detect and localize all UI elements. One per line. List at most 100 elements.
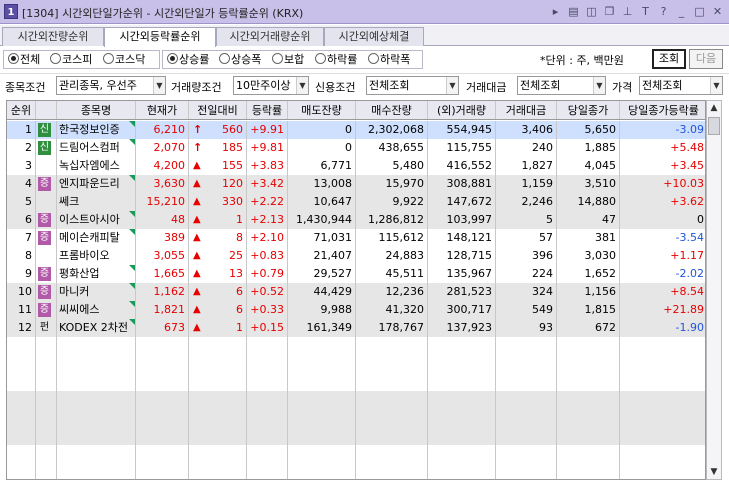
badge-cell: 증 (36, 301, 57, 319)
help-icon[interactable]: ? (656, 4, 671, 20)
sell-balance-cell: 0 (288, 121, 356, 139)
trade-amount-select[interactable]: 전체조회 ▼ (517, 76, 606, 95)
radio-sort-fall-rate[interactable]: 하락률 (315, 52, 357, 67)
stock-name[interactable]: 드림어스컴퍼 (57, 141, 120, 154)
col-price[interactable]: 현재가 (136, 101, 189, 119)
tab-afterhours-volume[interactable]: 시간외거래량순위 (216, 27, 324, 46)
close-icon[interactable]: ✕ (710, 4, 725, 20)
font-size-icon[interactable]: T (638, 4, 653, 20)
table-row[interactable]: 11 증 씨씨에스 1,821 ▲ 6 +0.33 9,988 41,320 300,717 549… (7, 301, 705, 319)
empty-row[interactable] (7, 355, 705, 373)
col-amount[interactable]: 거래대금 (496, 101, 557, 119)
volume-condition-label: 거래량조건 (171, 81, 222, 94)
badge-cell (36, 193, 57, 211)
empty-row[interactable] (7, 445, 705, 463)
scroll-up-icon[interactable]: ▲ (707, 101, 721, 115)
empty-cell (7, 445, 36, 463)
col-volume[interactable]: (외)거래량 (428, 101, 496, 119)
empty-cell (189, 337, 247, 355)
stock-name[interactable]: 마니커 (57, 285, 89, 298)
col-close-rate[interactable]: 당일종가등락률 (620, 101, 705, 119)
scroll-down-icon[interactable]: ▼ (707, 465, 721, 479)
maximize-icon[interactable]: □ (692, 4, 707, 20)
radio-icon (103, 53, 114, 64)
table-row[interactable]: 6 증 이스트아시아 48 ▲ 1 +2.13 1,430,944 1,286,812 103,9… (7, 211, 705, 229)
sell-balance-cell: 1,430,944 (288, 211, 356, 229)
empty-cell (136, 427, 189, 445)
radio-sort-unchanged[interactable]: 보합 (272, 52, 304, 67)
col-close[interactable]: 당일종가 (557, 101, 620, 119)
table-row[interactable]: 7 증 메이슨캐피탈 389 ▲ 8 +2.10 71,031 115,612 148,121 57… (7, 229, 705, 247)
next-button[interactable]: 다음 (689, 49, 723, 69)
table-row[interactable]: 3 녹십자엠에스 4,200 ▲ 155 +3.83 6,771 5,480 416,552 1,… (7, 157, 705, 175)
stock-name[interactable]: 쎄크 (57, 195, 79, 208)
link-arrow-icon[interactable]: ▸ (548, 4, 563, 20)
stock-status-badge: 증 (38, 213, 51, 227)
col-rank[interactable]: 순위 (7, 101, 36, 119)
copy-window-icon[interactable]: ❐ (602, 4, 617, 20)
memo-icon[interactable]: ▤ (566, 4, 581, 20)
table-row[interactable]: 10 증 마니커 1,162 ▲ 6 +0.52 44,429 12,236 281,523 324… (7, 283, 705, 301)
scroll-thumb[interactable] (708, 117, 720, 135)
empty-row[interactable] (7, 337, 705, 355)
select-value: 전체조회 (642, 79, 683, 92)
table-row[interactable]: 12 펀 KODEX 2차전 673 ▲ 1 +0.15 161,349 178,767 137,… (7, 319, 705, 337)
col-diff[interactable]: 전일대비 (189, 101, 247, 119)
empty-row[interactable] (7, 409, 705, 427)
radio-sort-rise-amount[interactable]: 상승폭 (219, 52, 261, 67)
stock-name[interactable]: 이스트아시아 (57, 213, 120, 226)
tab-afterhours-expected[interactable]: 시간외예상체결 (324, 27, 424, 46)
stock-name[interactable]: 엔지파운드리 (57, 177, 120, 190)
table-row[interactable]: 1 신 한국정보인증 6,210 ↑ 560 +9.91 0 2,302,068 554,945 3… (7, 121, 705, 139)
radio-market-all[interactable]: 전체 (8, 52, 40, 67)
col-buy[interactable]: 매수잔량 (356, 101, 428, 119)
empty-row[interactable] (7, 373, 705, 391)
empty-cell (247, 409, 288, 427)
empty-row[interactable] (7, 463, 705, 479)
table-row[interactable]: 4 증 엔지파운드리 3,630 ▲ 120 +3.42 13,008 15,970 308,88… (7, 175, 705, 193)
price-cell: 48 (136, 211, 189, 229)
empty-cell (189, 445, 247, 463)
col-name[interactable]: 종목명 (57, 101, 136, 119)
stock-name[interactable]: 한국정보인증 (57, 123, 120, 136)
stock-name[interactable]: KODEX 2차전 (57, 321, 128, 334)
vertical-scrollbar[interactable]: ▲ ▼ (706, 100, 722, 480)
empty-row[interactable] (7, 391, 705, 409)
table-row[interactable]: 2 신 드림어스컴퍼 2,070 ↑ 185 +9.81 0 438,655 115,755 240… (7, 139, 705, 157)
pin-icon[interactable]: ⊥ (620, 4, 635, 20)
empty-cell (428, 373, 496, 391)
tab-afterhours-balance[interactable]: 시간외잔량순위 (2, 27, 104, 46)
stock-name[interactable]: 프롬바이오 (57, 249, 110, 262)
table-row[interactable]: 5 쎄크 15,210 ▲ 330 +2.22 10,647 9,922 147,672 2,24… (7, 193, 705, 211)
tab-afterhours-change-rate[interactable]: 시간외등락률순위 (104, 27, 216, 47)
empty-cell (557, 445, 620, 463)
minimize-icon[interactable]: _ (674, 4, 689, 20)
empty-cell (557, 409, 620, 427)
unit-label: *단위 : 주, 백만원 (540, 54, 624, 67)
stock-condition-select[interactable]: 관리종목, 우선주 ▼ (56, 76, 166, 95)
empty-cell (36, 337, 57, 355)
credit-condition-select[interactable]: 전체조회 ▼ (366, 76, 459, 95)
radio-market-kosdaq[interactable]: 코스닥 (103, 52, 145, 67)
col-badge[interactable] (36, 101, 57, 119)
col-sell[interactable]: 매도잔량 (288, 101, 356, 119)
diff-value: 185 (222, 141, 243, 154)
query-button[interactable]: 조회 (652, 49, 686, 69)
empty-row[interactable] (7, 427, 705, 445)
radio-sort-rise-rate[interactable]: 상승률 (167, 52, 209, 67)
table-row[interactable]: 8 프롬바이오 3,055 ▲ 25 +0.83 21,407 24,883 128,715 39… (7, 247, 705, 265)
radio-market-kospi[interactable]: 코스피 (50, 52, 92, 67)
table-header: 순위 종목명 현재가 전일대비 등락률 매도잔량 매수잔량 (외)거래량 거래대… (7, 101, 705, 120)
radio-label: 코스닥 (115, 53, 146, 66)
trade-amount-label: 거래대금 (466, 81, 507, 94)
stock-name[interactable]: 메이슨캐피탈 (57, 231, 120, 244)
col-rate[interactable]: 등락률 (247, 101, 288, 119)
table-row[interactable]: 9 증 평화산업 1,665 ▲ 13 +0.79 29,527 45,511 135,967 22… (7, 265, 705, 283)
radio-sort-fall-amount[interactable]: 하락폭 (368, 52, 410, 67)
price-select[interactable]: 전체조회 ▼ (639, 76, 723, 95)
volume-condition-select[interactable]: 10만주이상 ▼ (233, 76, 309, 95)
stock-name[interactable]: 녹십자엠에스 (57, 159, 120, 172)
stock-name[interactable]: 평화산업 (57, 267, 99, 280)
stock-name[interactable]: 씨씨에스 (57, 303, 99, 316)
split-icon[interactable]: ◫ (584, 4, 599, 20)
